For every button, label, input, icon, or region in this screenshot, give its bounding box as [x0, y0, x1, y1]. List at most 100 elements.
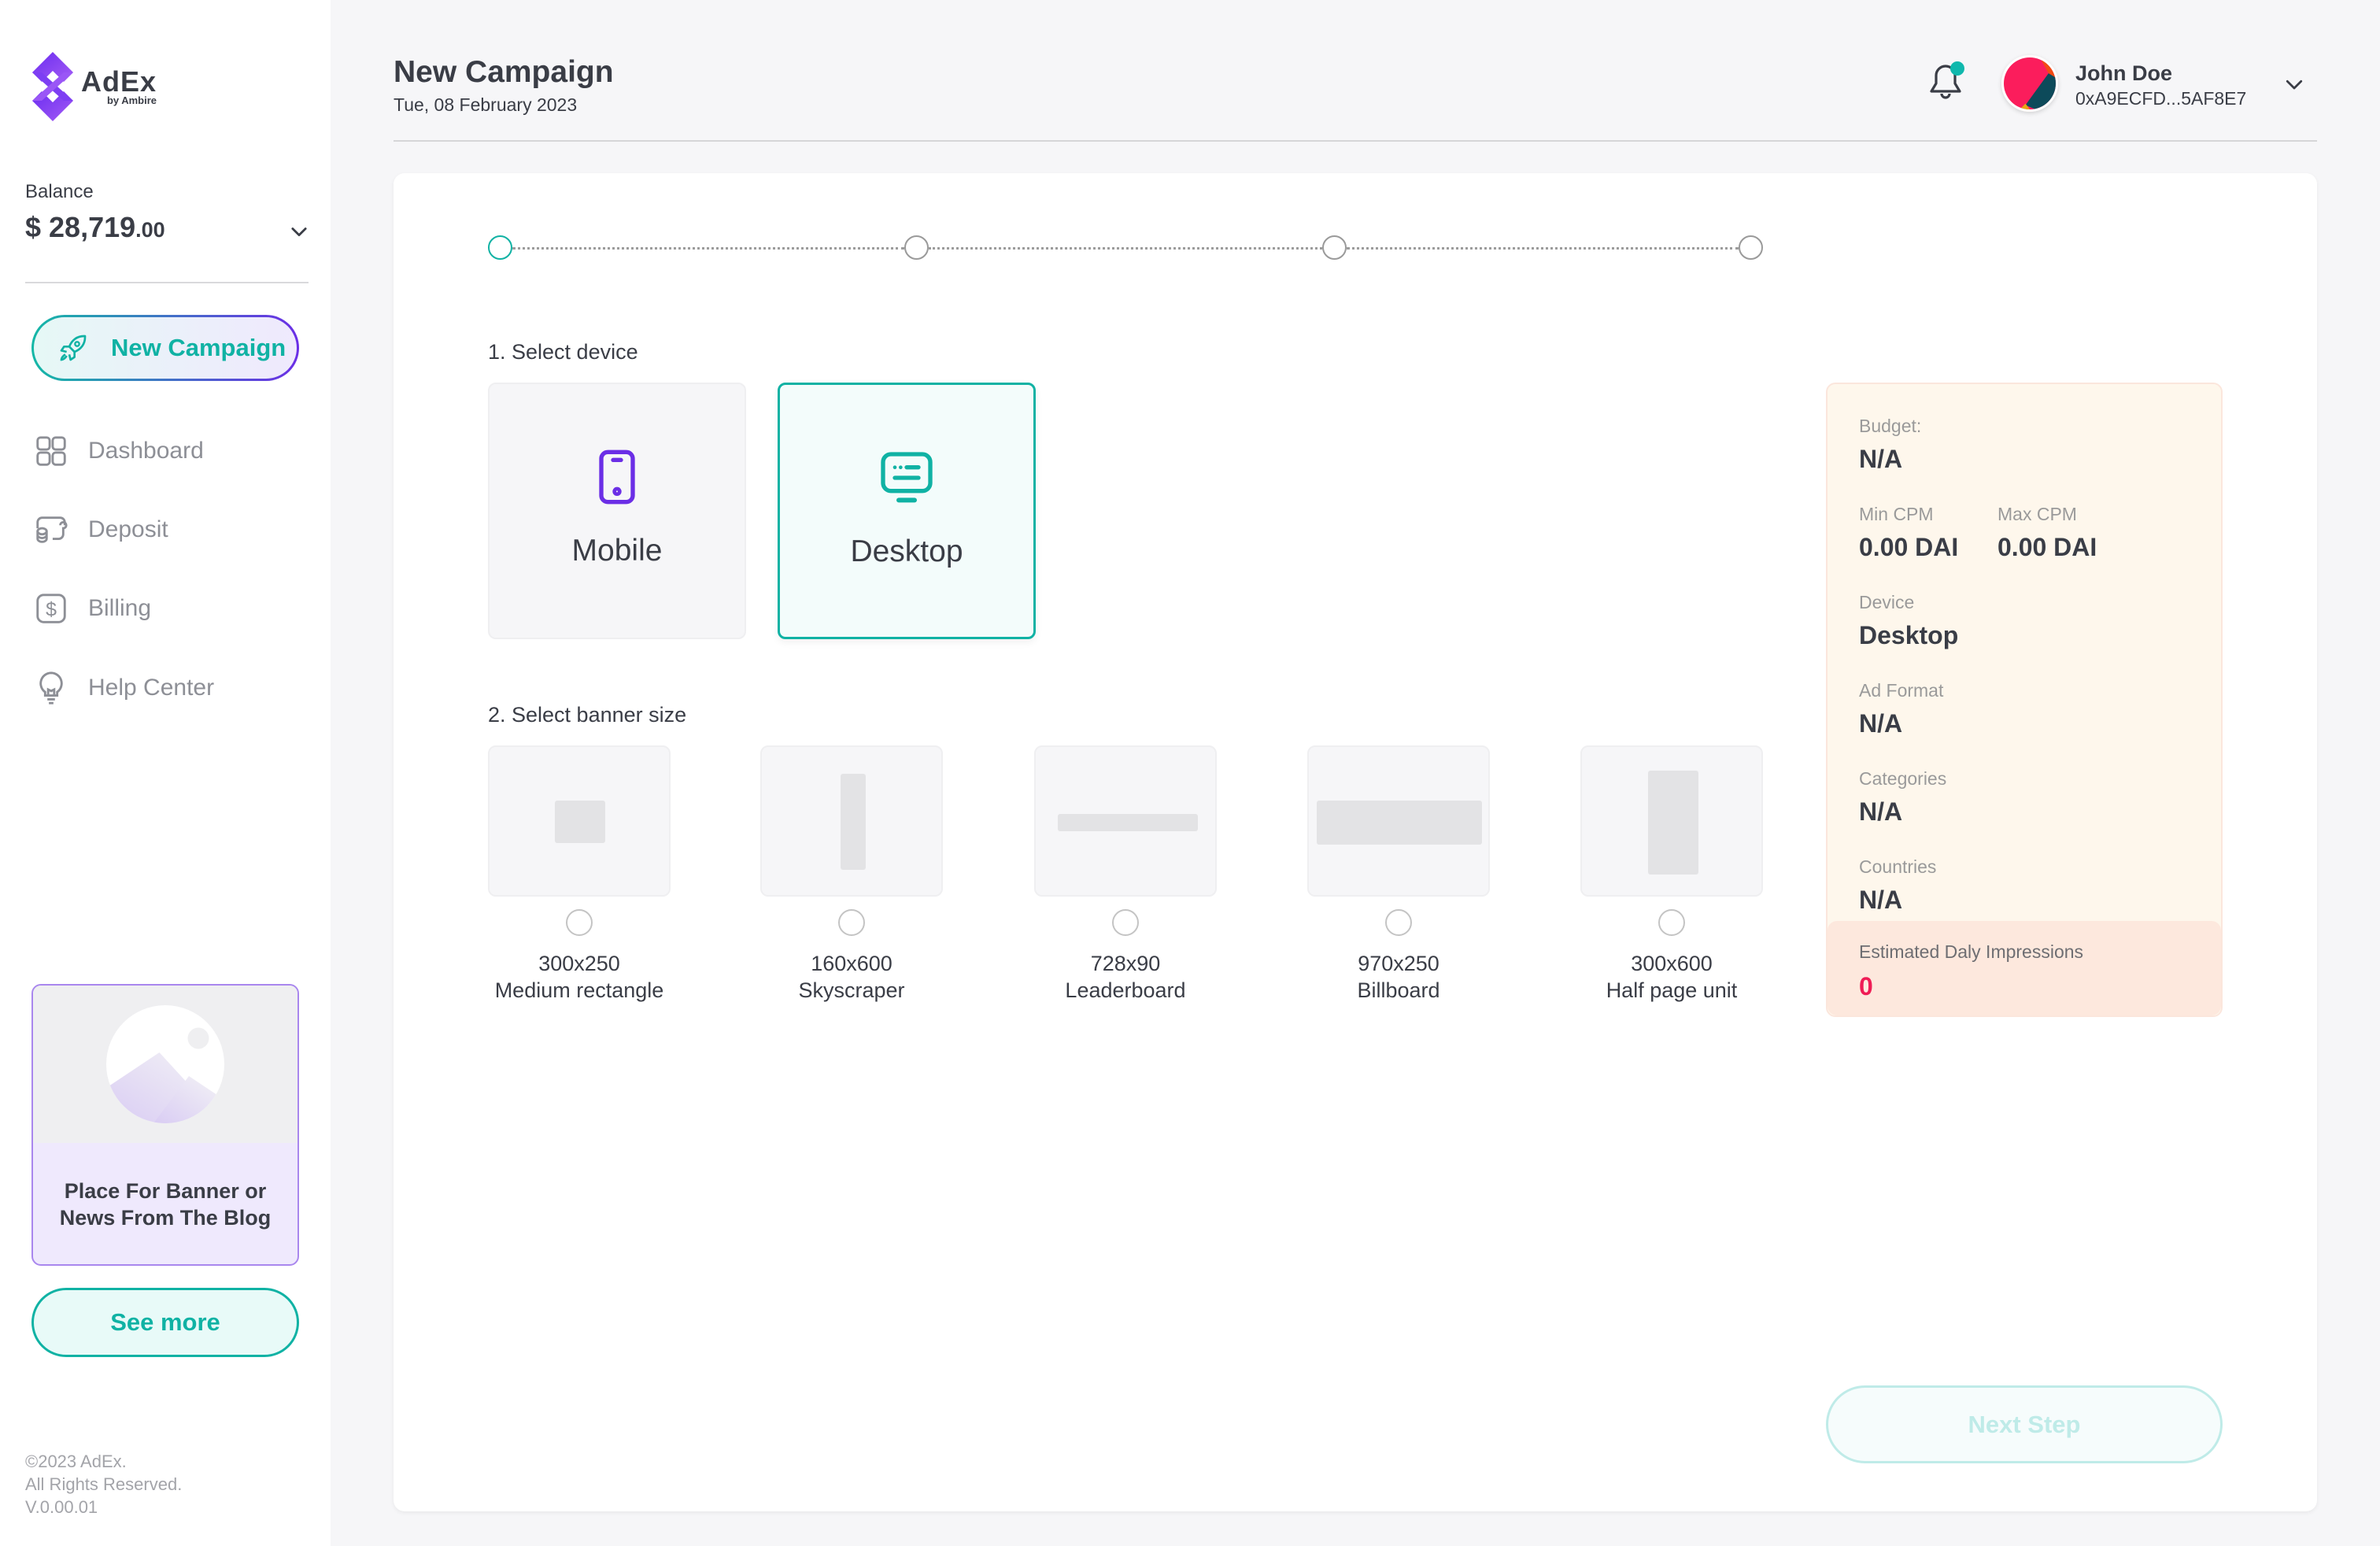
sidebar-item-label: Dashboard [88, 438, 204, 464]
device-option-desktop[interactable]: Desktop [778, 383, 1036, 639]
promo-banner-card[interactable]: Place For Banner or News From The Blog [31, 984, 299, 1266]
select-banner-size-label: 2. Select banner size [488, 703, 687, 727]
summary-value: N/A [1859, 886, 1903, 914]
summary-max-cpm: Max CPM 0.00 DAI [1998, 504, 2097, 562]
notifications-button[interactable] [1927, 61, 1971, 105]
banner-size: 160x600 [811, 952, 893, 975]
step-1[interactable] [488, 235, 512, 260]
banner-shape [1058, 814, 1198, 831]
summary-value: N/A [1859, 709, 1903, 738]
user-menu-chevron-down-icon[interactable] [2282, 72, 2306, 96]
step-3[interactable] [1322, 235, 1347, 260]
campaign-summary-panel: Budget: N/A Min CPM 0.00 DAI Max CPM 0.0… [1826, 383, 2223, 1017]
wizard-stepper [488, 235, 1763, 261]
sidebar-item-label: Billing [88, 595, 152, 621]
banner-size: 970x250 [1358, 952, 1439, 975]
summary-label: Countries [1859, 856, 1937, 877]
banner-preview[interactable] [1580, 745, 1763, 897]
banner-option-medium-rectangle: 300x250 Medium rectangle [488, 745, 671, 1004]
banner-radio[interactable] [1112, 909, 1139, 936]
summary-budget: Budget: N/A [1859, 416, 1921, 474]
estimated-impressions: Estimated Daly Impressions 0 [1828, 921, 2221, 1015]
mobile-icon [599, 449, 635, 505]
deposit-coins-icon [36, 516, 68, 543]
step-4[interactable] [1739, 235, 1763, 260]
impressions-value: 0 [1859, 972, 1873, 1000]
balance-amount: $ 28,719 [25, 211, 136, 243]
banner-name: Medium rectangle [494, 978, 664, 1002]
step-2[interactable] [904, 235, 929, 260]
sidebar-item-deposit[interactable]: Deposit [33, 510, 168, 549]
device-option-mobile[interactable]: Mobile [488, 383, 746, 639]
summary-value: Desktop [1859, 621, 1959, 649]
banner-shape [841, 774, 866, 870]
sidebar-item-billing[interactable]: $ Billing [33, 589, 151, 628]
step-connector [929, 247, 1322, 250]
sidebar-footer: ©2023 AdEx. All Rights Reserved. V.0.00.… [25, 1450, 182, 1518]
see-more-button[interactable]: See more [31, 1288, 299, 1357]
summary-value: N/A [1859, 445, 1903, 473]
svg-text:$: $ [46, 599, 57, 621]
sidebar: AdEx by Ambire Balance $ 28,719.00 New C… [0, 0, 331, 1546]
copyright-text: ©2023 AdEx. [25, 1452, 127, 1471]
banner-preview[interactable] [760, 745, 943, 897]
rights-text: All Rights Reserved. [25, 1474, 183, 1494]
image-placeholder-icon [106, 1005, 224, 1123]
desktop-icon [881, 452, 933, 503]
new-campaign-label: New Campaign [111, 334, 286, 361]
step-connector [512, 247, 904, 250]
banner-size: 300x250 [538, 952, 620, 975]
sidebar-item-dashboard[interactable]: Dashboard [33, 431, 204, 471]
banner-option-half-page-unit: 300x600 Half page unit [1580, 745, 1763, 1004]
summary-countries: Countries N/A [1859, 856, 1936, 915]
promo-text: Place For Banner or News From The Blog [59, 1179, 272, 1230]
version-text: V.0.00.01 [25, 1497, 98, 1517]
sidebar-divider [25, 282, 309, 283]
rocket-icon [60, 335, 87, 361]
sidebar-item-help-center[interactable]: Help Center [33, 668, 214, 708]
banner-name: Skyscraper [798, 978, 905, 1002]
summary-value: 0.00 DAI [1998, 533, 2097, 561]
summary-value: N/A [1859, 797, 1903, 826]
summary-label: Budget: [1859, 416, 1922, 436]
summary-label: Min CPM [1859, 504, 1934, 524]
summary-label: Ad Format [1859, 680, 1944, 701]
summary-label: Max CPM [1998, 504, 2077, 524]
user-name: John Doe [2075, 61, 2173, 85]
summary-device: Device Desktop [1859, 592, 1958, 650]
banner-preview[interactable] [1307, 745, 1490, 897]
summary-ad-format: Ad Format N/A [1859, 680, 1943, 738]
summary-label: Device [1859, 592, 1915, 612]
adex-logo[interactable]: AdEx by Ambire [31, 52, 157, 121]
next-step-button[interactable]: Next Step [1826, 1385, 2223, 1463]
banner-radio[interactable] [566, 909, 593, 936]
adex-logo-icon [32, 52, 73, 121]
banner-preview[interactable] [488, 745, 671, 897]
banner-option-skyscraper: 160x600 Skyscraper [760, 745, 943, 1004]
banner-name: Billboard [1357, 978, 1440, 1002]
summary-label: Categories [1859, 768, 1947, 789]
notification-badge [1950, 61, 1964, 76]
user-avatar[interactable] [2001, 55, 2058, 112]
grid-icon [36, 436, 66, 466]
banner-name: Leaderboard [1065, 978, 1186, 1002]
logo-wordmark: AdEx [81, 65, 157, 98]
balance-cents: .00 [135, 218, 165, 242]
balance-label: Balance [25, 181, 94, 202]
new-campaign-button[interactable]: New Campaign [31, 315, 299, 381]
banner-shape [1648, 771, 1698, 875]
page-date: Tue, 08 February 2023 [394, 94, 578, 115]
banner-shape [1317, 801, 1482, 845]
banner-option-leaderboard: 728x90 Leaderboard [1034, 745, 1217, 1004]
banner-radio[interactable] [838, 909, 865, 936]
banner-shape [555, 801, 605, 843]
balance-chevron-down-icon[interactable] [288, 220, 310, 242]
banner-radio[interactable] [1658, 909, 1685, 936]
sidebar-item-label: Help Center [88, 675, 215, 701]
promo-image [33, 986, 298, 1143]
banner-radio[interactable] [1385, 909, 1412, 936]
user-wallet-address: 0xA9ECFD...5AF8E7 [2075, 88, 2247, 109]
dollar-icon: $ [36, 594, 66, 623]
banner-preview[interactable] [1034, 745, 1217, 897]
page-title: New Campaign [394, 55, 614, 89]
